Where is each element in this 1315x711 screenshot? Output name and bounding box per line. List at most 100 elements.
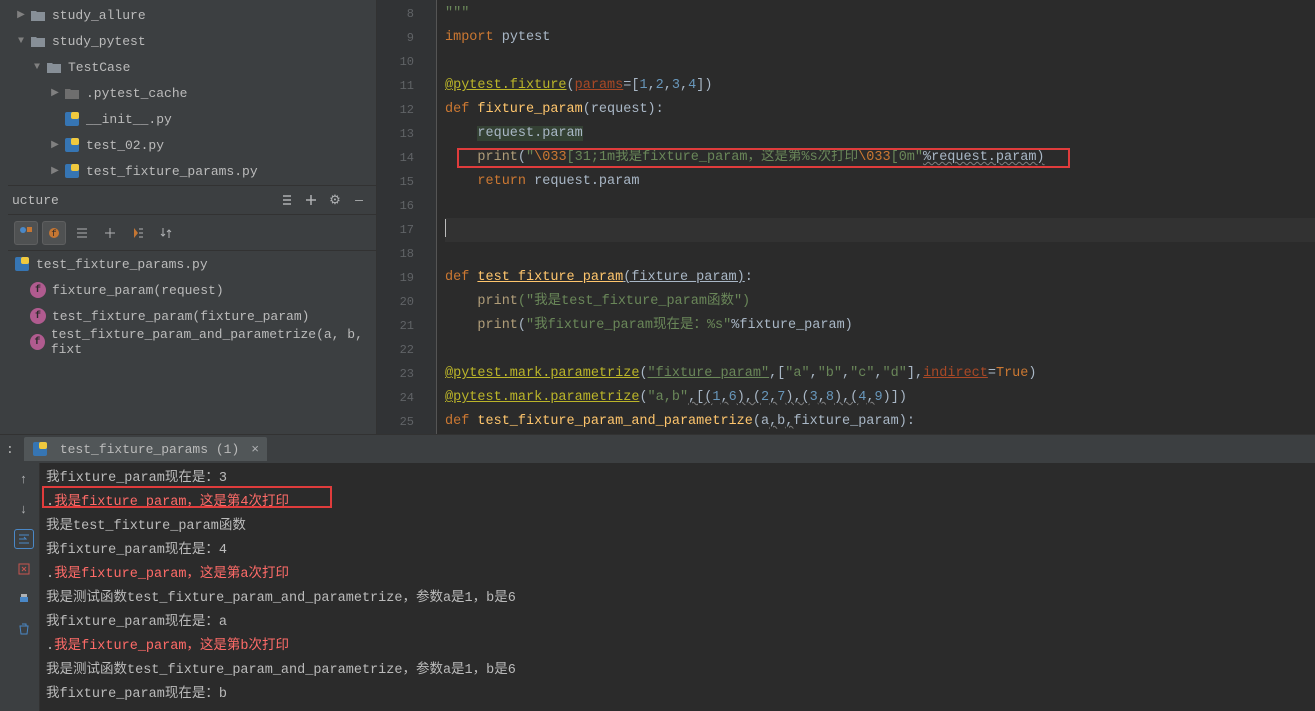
line-number: 25 [377, 410, 436, 434]
console-line: 我fixture_param现在是：4 [46, 539, 1309, 563]
structure-header: ucture ⚙ — [8, 185, 376, 215]
func-label-0: fixture_param(request) [52, 283, 224, 298]
structure-file[interactable]: test_fixture_params.py [8, 251, 376, 277]
python-file-icon [32, 441, 48, 457]
run-tab-bar: : test_fixture_params (1) × [0, 435, 1315, 463]
chevron-icon[interactable]: ▶ [48, 86, 62, 100]
console-line: 我fixture_param现在是：b [46, 683, 1309, 707]
tree-item-label: test_02.py [86, 138, 164, 153]
svg-text:f: f [51, 229, 56, 239]
gutter: 8910111213141516171819202122232425 [377, 0, 437, 434]
close-icon[interactable]: × [251, 442, 259, 457]
line-number: 8 [377, 2, 436, 26]
folder-icon [64, 85, 80, 101]
line-number: 17 [377, 218, 436, 242]
tree-item-label: study_allure [52, 8, 146, 23]
chevron-icon[interactable]: ▶ [48, 138, 62, 152]
console-line: .我是fixture_param，这是第b次打印 [46, 635, 1309, 659]
line-number: 12 [377, 98, 436, 122]
python-file-icon [64, 137, 80, 153]
chevron-icon[interactable]: ▶ [48, 164, 62, 178]
console-line: 我fixture_param现在是：a [46, 611, 1309, 635]
gear-icon[interactable]: ⚙ [326, 191, 344, 209]
scroll-icon[interactable] [14, 559, 34, 579]
expand-all-icon[interactable] [278, 191, 296, 209]
code-area[interactable]: """import pytest@pytest.fixture(params=[… [437, 0, 1315, 434]
hide-icon[interactable]: — [350, 191, 368, 209]
chevron-icon[interactable]: ▼ [30, 60, 44, 74]
line-number: 18 [377, 242, 436, 266]
line-number: 16 [377, 194, 436, 218]
editor-panel[interactable]: 8910111213141516171819202122232425 """im… [377, 0, 1315, 434]
sort-btn-4[interactable] [98, 221, 122, 245]
run-tab-item[interactable]: test_fixture_params (1) × [24, 437, 267, 461]
structure-func-1[interactable]: f test_fixture_param(fixture_param) [8, 303, 376, 329]
python-file-icon [64, 163, 80, 179]
line-number: 10 [377, 50, 436, 74]
run-label: : [6, 442, 14, 457]
console-line: 我是测试函数test_fixture_param_and_parametrize… [46, 659, 1309, 683]
tree-item-label: .pytest_cache [86, 86, 187, 101]
line-number: 15 [377, 170, 436, 194]
tree-item-1[interactable]: ▼ study_pytest [8, 28, 376, 54]
run-toolbar: ↑ ↓ [8, 463, 40, 711]
tree-item-4[interactable]: __init__.py [8, 106, 376, 132]
sort-btn-3[interactable] [70, 221, 94, 245]
tree-item-5[interactable]: ▶ test_02.py [8, 132, 376, 158]
folder-icon [30, 7, 46, 23]
console-line: .我是fixture_param，这是第a次打印 [46, 563, 1309, 587]
sort-btn-2[interactable]: f [42, 221, 66, 245]
console-line: 我是测试函数test_fixture_param_and_parametrize… [46, 587, 1309, 611]
function-icon: f [30, 308, 46, 324]
line-number: 14 [377, 146, 436, 170]
sort-btn-5[interactable] [126, 221, 150, 245]
left-panel: ▶ study_allure ▼ study_pytest ▼ TestCase ▶ .pyt… [8, 0, 377, 434]
project-tree[interactable]: ▶ study_allure ▼ study_pytest ▼ TestCase ▶ .pyt… [8, 0, 376, 185]
structure-tree[interactable]: test_fixture_params.py f fixture_param(r… [8, 251, 376, 434]
console-line: 我是test_fixture_param函数 [46, 515, 1309, 539]
structure-func-0[interactable]: f fixture_param(request) [8, 277, 376, 303]
tree-item-0[interactable]: ▶ study_allure [8, 2, 376, 28]
tree-item-label: __init__.py [86, 112, 172, 127]
print-icon[interactable] [14, 589, 34, 609]
collapse-all-icon[interactable] [302, 191, 320, 209]
tree-item-6[interactable]: ▶ test_fixture_params.py [8, 158, 376, 184]
chevron-icon[interactable]: ▼ [14, 34, 28, 48]
tree-item-3[interactable]: ▶ .pytest_cache [8, 80, 376, 106]
python-file-icon [14, 256, 30, 272]
python-file-icon [64, 111, 80, 127]
chevron-icon[interactable]: ▶ [14, 8, 28, 22]
structure-file-label: test_fixture_params.py [36, 257, 208, 272]
func-label-2: test_fixture_param_and_parametrize(a, b,… [51, 327, 376, 357]
folder-icon [30, 33, 46, 49]
structure-title: ucture [12, 193, 59, 208]
console[interactable]: 我fixture_param现在是：3.我是fixture_param，这是第4… [40, 463, 1315, 711]
folder-icon [46, 59, 62, 75]
sort-btn-6[interactable] [154, 221, 178, 245]
line-number: 11 [377, 74, 436, 98]
line-number: 19 [377, 266, 436, 290]
line-number: 20 [377, 290, 436, 314]
function-icon: f [30, 334, 45, 350]
line-number: 21 [377, 314, 436, 338]
line-number: 22 [377, 338, 436, 362]
wrap-icon[interactable] [14, 529, 34, 549]
func-label-1: test_fixture_param(fixture_param) [52, 309, 309, 324]
run-panel: : test_fixture_params (1) × ↑ ↓ 我fixture… [0, 434, 1315, 711]
function-icon: f [30, 282, 46, 298]
run-tab-label: test_fixture_params (1) [60, 442, 239, 457]
console-red-highlight-box [42, 486, 332, 508]
red-highlight-box [457, 148, 1070, 168]
down-arrow-icon[interactable]: ↓ [14, 499, 34, 519]
up-arrow-icon[interactable]: ↑ [14, 469, 34, 489]
sort-btn-1[interactable] [14, 221, 38, 245]
tree-item-label: TestCase [68, 60, 130, 75]
tree-item-2[interactable]: ▼ TestCase [8, 54, 376, 80]
tree-item-label: study_pytest [52, 34, 146, 49]
structure-func-2[interactable]: f test_fixture_param_and_parametrize(a, … [8, 329, 376, 355]
line-number: 13 [377, 122, 436, 146]
tree-item-label: test_fixture_params.py [86, 164, 258, 179]
line-number: 23 [377, 362, 436, 386]
structure-buttons: f [8, 215, 376, 251]
trash-icon[interactable] [14, 619, 34, 639]
